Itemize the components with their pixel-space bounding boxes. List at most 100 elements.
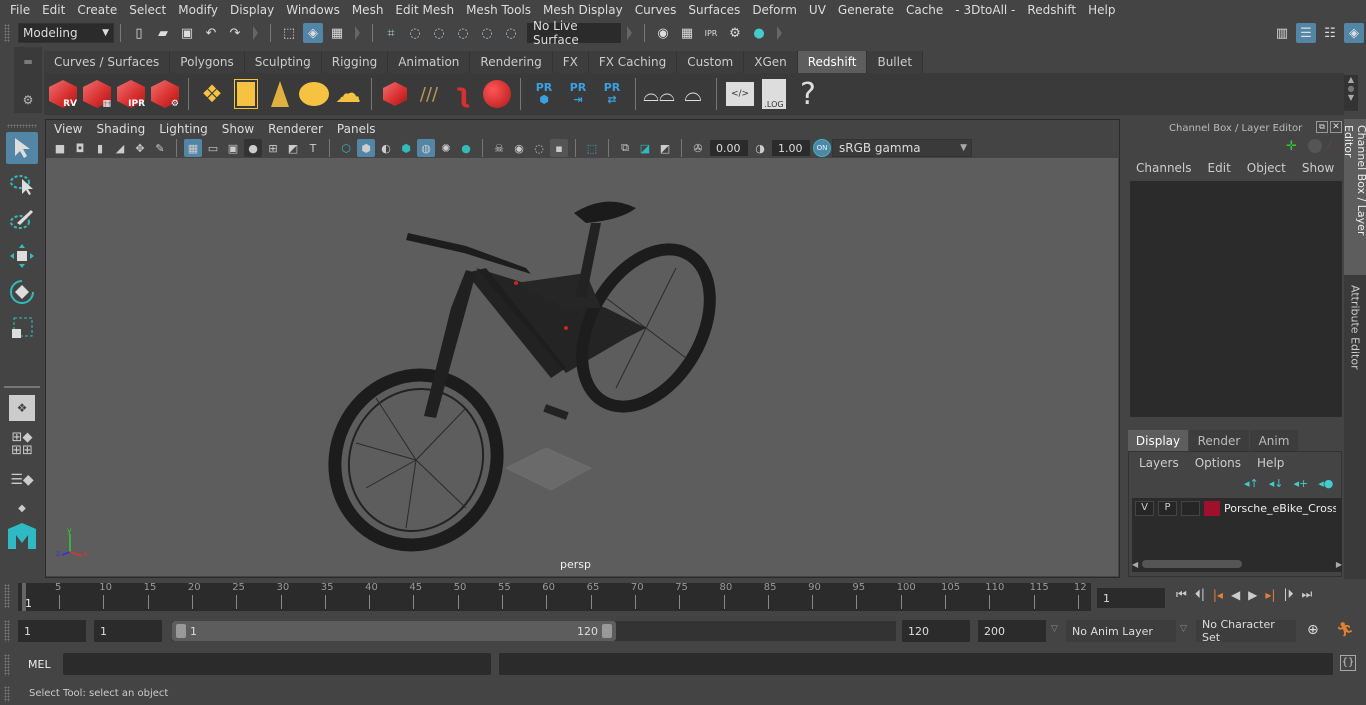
scroll-up-icon[interactable]: ▲	[1344, 75, 1358, 84]
grip-handle[interactable]	[4, 24, 10, 42]
collapse-arrow[interactable]	[355, 26, 360, 40]
snap-curve-icon[interactable]: ◌	[405, 23, 425, 43]
shelf-tab-bullet[interactable]: Bullet	[867, 51, 924, 73]
lasso-tool[interactable]	[6, 168, 38, 200]
exposure-field[interactable]: 0.00	[710, 140, 748, 156]
float-panel-icon[interactable]: ⧉	[1316, 121, 1328, 133]
gate-mask-icon[interactable]: ●	[244, 139, 262, 157]
manipulator-icon[interactable]: ✛	[1286, 139, 1297, 154]
xray-icon[interactable]: ⧉	[616, 139, 634, 157]
redshift-render-settings-button[interactable]: ⚙	[149, 77, 181, 111]
pr-swap-button[interactable]: PR ⇄	[596, 77, 628, 111]
render-settings-icon[interactable]: ⚙	[725, 23, 745, 43]
menu-curves[interactable]: Curves	[629, 3, 683, 17]
undo-icon[interactable]: ↶	[201, 23, 221, 43]
log-button[interactable]: .LOG	[758, 77, 790, 111]
animation-preferences-icon[interactable]: 🏃︎	[1336, 622, 1354, 638]
menu-cache[interactable]: Cache	[900, 3, 949, 17]
scroll-thumb[interactable]: ●	[1344, 84, 1358, 93]
select-tool[interactable]	[6, 132, 38, 164]
redshift-volume-button[interactable]: ʅ	[447, 77, 479, 111]
gamma-icon[interactable]: ◑	[751, 139, 769, 157]
cb-menu-edit[interactable]: Edit	[1208, 161, 1231, 175]
anti-aliasing-icon[interactable]: ◌	[530, 139, 548, 157]
3d-viewport[interactable]: y x z	[46, 158, 1118, 576]
ipr-render-icon[interactable]: IPR	[701, 23, 721, 43]
cb-menu-show[interactable]: Show	[1302, 161, 1334, 175]
shelf-tab-rendering[interactable]: Rendering	[470, 51, 553, 73]
make-live-icon[interactable]: ◌	[501, 23, 521, 43]
redo-icon[interactable]: ↷	[225, 23, 245, 43]
layer-tab-display[interactable]: Display	[1128, 430, 1188, 451]
vp-menu-panels[interactable]: Panels	[337, 122, 376, 136]
collapse-arrow[interactable]	[777, 26, 782, 40]
grip-handle[interactable]	[4, 620, 10, 642]
auto-key-icon[interactable]: ⊕	[1307, 622, 1319, 638]
shelf-tab-fx[interactable]: FX	[552, 51, 589, 73]
screen-space-ao-icon[interactable]: ☠	[490, 139, 508, 157]
snap-point-icon[interactable]: ◌	[429, 23, 449, 43]
step-back-key-icon[interactable]: |◂	[1213, 588, 1223, 602]
select-hierarchy-icon[interactable]: ⬚	[279, 23, 299, 43]
render-current-icon[interactable]: ▦	[677, 23, 697, 43]
select-object-icon[interactable]: ◈	[303, 23, 323, 43]
menu-display[interactable]: Display	[224, 3, 280, 17]
vp-menu-renderer[interactable]: Renderer	[268, 122, 323, 136]
range-slider[interactable]: 1 120	[172, 621, 616, 641]
range-end-handle[interactable]	[602, 624, 612, 638]
cb-menu-channels[interactable]: Channels	[1136, 161, 1192, 175]
grip-handle[interactable]	[7, 124, 37, 128]
xray-active-components-icon[interactable]: ◪	[636, 139, 654, 157]
menu-generate[interactable]: Generate	[832, 3, 900, 17]
bookmark-icon[interactable]: ▮	[91, 139, 109, 157]
redshift-material-button[interactable]	[481, 77, 513, 111]
hypershade-icon[interactable]: ●	[749, 23, 769, 43]
image-plane-icon[interactable]: ◢	[111, 139, 129, 157]
shelf-tabs-menu-icon[interactable]: ═	[14, 55, 42, 69]
scroll-right-icon[interactable]: ▶	[1336, 560, 1342, 569]
grip-handle[interactable]	[4, 686, 10, 702]
menu-surfaces[interactable]: Surfaces	[682, 3, 746, 17]
snap-grid-icon[interactable]: ⌗	[381, 23, 401, 43]
layer-row[interactable]: V P Porsche_eBike_Cross_E	[1132, 498, 1342, 519]
redshift-ipr-button[interactable]: IPR	[115, 77, 147, 111]
camera-icon[interactable]: ■	[51, 139, 69, 157]
character-set-dropdown[interactable]: No Character Set	[1196, 618, 1296, 644]
shelf-tab-polygons[interactable]: Polygons	[170, 51, 245, 73]
menu-3dtoall[interactable]: - 3DtoAll -	[949, 3, 1021, 17]
animation-end-field[interactable]: 200	[978, 620, 1046, 642]
snap-live-icon[interactable]: ◌	[477, 23, 497, 43]
anim-layer-dropdown[interactable]: No Anim Layer	[1066, 620, 1176, 642]
layer-menu-help[interactable]: Help	[1257, 456, 1284, 470]
menu-redshift[interactable]: Redshift	[1021, 3, 1082, 17]
shelf-tab-fx-caching[interactable]: FX Caching	[588, 51, 678, 73]
menu-set-dropdown[interactable]: Modeling ▼	[18, 23, 114, 43]
grease-pencil-icon[interactable]: ✎	[151, 139, 169, 157]
shelf-tab-xgen[interactable]: XGen	[744, 51, 798, 73]
vp-menu-show[interactable]: Show	[222, 122, 254, 136]
range-start-handle[interactable]	[176, 624, 186, 638]
grip-handle[interactable]	[4, 584, 10, 608]
shadows-icon[interactable]: ●	[457, 139, 475, 157]
redshift-ies-light-button[interactable]	[264, 77, 296, 111]
scroll-thumb[interactable]	[1142, 560, 1243, 568]
select-component-icon[interactable]: ▦	[327, 23, 347, 43]
chevron-down-icon[interactable]: ▽	[1180, 624, 1187, 634]
redshift-portal-light-button[interactable]	[230, 77, 262, 111]
menu-create[interactable]: Create	[71, 3, 123, 17]
menu-edit-mesh[interactable]: Edit Mesh	[389, 3, 460, 17]
playback-start-field[interactable]: 1	[94, 620, 162, 642]
step-forward-key-icon[interactable]: ▸|	[1265, 588, 1275, 602]
vp-menu-shading[interactable]: Shading	[96, 122, 145, 136]
layer-tab-anim[interactable]: Anim	[1250, 430, 1298, 451]
menu-uv[interactable]: UV	[803, 3, 832, 17]
help-button[interactable]: ?	[792, 77, 824, 112]
play-backwards-icon[interactable]: ◀	[1231, 588, 1240, 602]
safe-title-icon[interactable]: T	[304, 139, 322, 157]
go-to-end-icon[interactable]: ⏭	[1302, 587, 1313, 602]
move-layer-down-icon[interactable]: ◂↓	[1269, 477, 1284, 490]
script-language-toggle[interactable]: MEL	[28, 658, 51, 671]
paint-select-tool[interactable]	[6, 204, 38, 236]
motion-blur-icon[interactable]: ◉	[510, 139, 528, 157]
wireframe-on-shaded-icon[interactable]: ⬢	[397, 139, 415, 157]
